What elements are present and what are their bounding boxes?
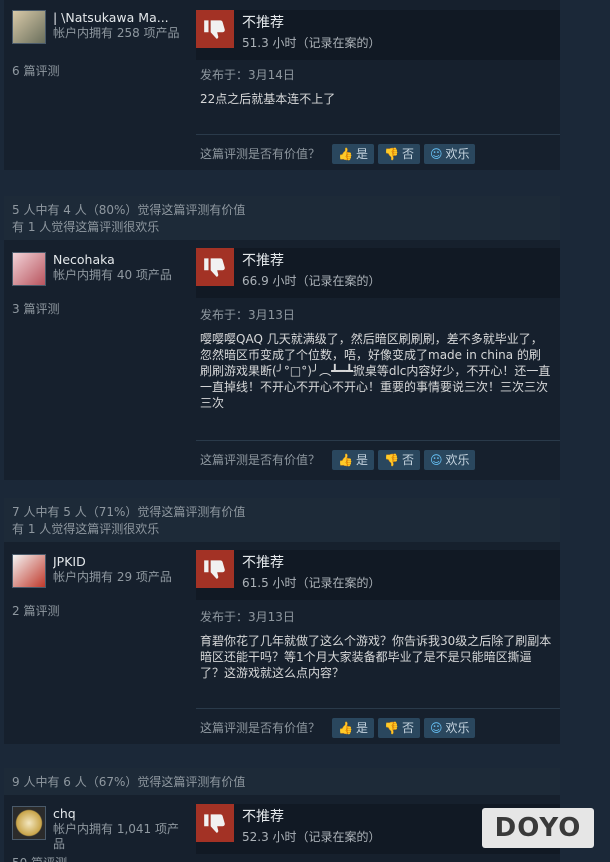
- vote-bar: 这篇评测是否有价值？ 👍 是 👎 否 ☺ 欢乐: [196, 134, 560, 164]
- review-summary: 9 人中有 6 人（67%）觉得这篇评测有价值: [4, 768, 560, 795]
- hours-played: 61.5 小时（记录在案的）: [242, 576, 381, 590]
- avatar-icon[interactable]: [12, 252, 46, 286]
- vote-funny-button[interactable]: ☺ 欢乐: [423, 143, 476, 164]
- review-text: 育碧你花了几年就做了这么个游戏？你告诉我30级之后除了刷副本暗区还能干吗？等1个…: [200, 634, 552, 680]
- verdict-title: 不推荐: [242, 555, 284, 571]
- review-card: 9 人中有 6 人（67%）觉得这篇评测有价值 chq 帐户内拥有 1,041 …: [4, 768, 560, 862]
- helpful-question: 这篇评测是否有价值？: [200, 147, 321, 161]
- products-owned[interactable]: 帐户内拥有 29 项产品: [53, 570, 188, 585]
- posted-date: 发布于：3月13日: [200, 610, 295, 624]
- products-owned[interactable]: 帐户内拥有 1,041 项产品: [53, 822, 188, 852]
- thumbs-down-small-icon: 👎: [383, 720, 399, 735]
- products-owned[interactable]: 帐户内拥有 258 项产品: [53, 26, 188, 41]
- vote-yes-button[interactable]: 👍 是: [332, 143, 374, 164]
- verdict-title: 不推荐: [242, 809, 284, 825]
- avatar-icon[interactable]: [12, 554, 46, 588]
- vote-no-label: 否: [401, 453, 414, 467]
- thumbs-down-small-icon: 👎: [383, 146, 399, 161]
- thumbs-down-icon: [196, 550, 234, 588]
- review-body: 不推荐 66.9 小时（记录在案的） 发布于：3月13日 嘤嘤嘤QAQ 几天就满…: [196, 248, 560, 411]
- vote-funny-label: 欢乐: [445, 453, 470, 467]
- smiley-icon: ☺: [429, 720, 443, 735]
- funny-summary: 有 1 人觉得这篇评测很欢乐: [12, 220, 160, 234]
- helpful-summary: 5 人中有 4 人（80%）觉得这篇评测有价值: [12, 203, 246, 217]
- smiley-icon: ☺: [429, 452, 443, 467]
- thumbs-up-icon: 👍: [338, 146, 353, 161]
- vote-funny-button[interactable]: ☺ 欢乐: [423, 449, 476, 470]
- thumbs-down-icon: [196, 248, 234, 286]
- review-count[interactable]: 2 篇评测: [12, 602, 59, 619]
- posted-date: 发布于：3月13日: [200, 308, 295, 322]
- review-count[interactable]: 50 篇评测: [12, 854, 67, 862]
- review-card: 7 人中有 5 人（71%）觉得这篇评测有价值 有 1 人觉得这篇评测很欢乐 J…: [4, 498, 560, 744]
- review-summary: 7 人中有 5 人（71%）觉得这篇评测有价值 有 1 人觉得这篇评测很欢乐: [4, 498, 560, 542]
- review-text: 嘤嘤嘤QAQ 几天就满级了，然后暗区刷刷刷，差不多就毕业了，忽然暗区币变成了个位…: [200, 332, 551, 410]
- author-name[interactable]: chq: [53, 806, 193, 821]
- review-body: 不推荐 61.5 小时（记录在案的） 发布于：3月13日 育碧你花了几年就做了这…: [196, 550, 560, 681]
- thumbs-down-small-icon: 👎: [383, 452, 399, 467]
- funny-summary: 有 1 人觉得这篇评测很欢乐: [12, 522, 160, 536]
- posted-date: 发布于：3月14日: [200, 68, 295, 82]
- vote-funny-label: 欢乐: [445, 721, 470, 735]
- helpful-question: 这篇评测是否有价值？: [200, 453, 321, 467]
- review-card: 5 人中有 4 人（80%）觉得这篇评测有价值 有 1 人觉得这篇评测很欢乐 N…: [4, 196, 560, 480]
- helpful-summary: 7 人中有 5 人（71%）觉得这篇评测有价值: [12, 505, 246, 519]
- vote-yes-label: 是: [355, 453, 368, 467]
- thumbs-up-icon: 👍: [338, 452, 353, 467]
- vote-yes-button[interactable]: 👍 是: [332, 449, 374, 470]
- vote-yes-button[interactable]: 👍 是: [332, 717, 374, 738]
- thumbs-up-icon: 👍: [338, 720, 353, 735]
- helpful-summary: 9 人中有 6 人（67%）觉得这篇评测有价值: [12, 775, 246, 789]
- vote-bar: 这篇评测是否有价值？ 👍 是 👎 否 ☺ 欢乐: [196, 708, 560, 738]
- verdict-panel[interactable]: 不推荐 66.9 小时（记录在案的）: [196, 248, 560, 298]
- thumbs-down-icon: [196, 10, 234, 48]
- review-count[interactable]: 6 篇评测: [12, 62, 59, 79]
- avatar-icon[interactable]: [12, 10, 46, 44]
- review-card: | \Natsukawa Ma... 帐户内拥有 258 项产品 6 篇评测 不…: [4, 0, 560, 170]
- verdict-title: 不推荐: [242, 253, 284, 269]
- vote-funny-label: 欢乐: [445, 147, 470, 161]
- smiley-icon: ☺: [429, 146, 443, 161]
- vote-no-button[interactable]: 👎 否: [377, 143, 420, 164]
- vote-no-label: 否: [401, 147, 414, 161]
- vote-yes-label: 是: [355, 721, 368, 735]
- author-name[interactable]: | \Natsukawa Ma...: [53, 10, 193, 25]
- hours-played: 51.3 小时（记录在案的）: [242, 36, 381, 50]
- watermark-logo: DOYO: [482, 808, 594, 848]
- thumbs-down-icon: [196, 804, 234, 842]
- vote-yes-label: 是: [355, 147, 368, 161]
- vote-funny-button[interactable]: ☺ 欢乐: [423, 717, 476, 738]
- review-body: 不推荐 51.3 小时（记录在案的） 发布于：3月14日 22点之后就基本连不上…: [196, 10, 560, 107]
- helpful-question: 这篇评测是否有价值？: [200, 721, 321, 735]
- review-summary: 5 人中有 4 人（80%）觉得这篇评测有价值 有 1 人觉得这篇评测很欢乐: [4, 196, 560, 240]
- vote-no-button[interactable]: 👎 否: [377, 449, 420, 470]
- vote-no-label: 否: [401, 721, 414, 735]
- vote-bar: 这篇评测是否有价值？ 👍 是 👎 否 ☺ 欢乐: [196, 440, 560, 470]
- vote-no-button[interactable]: 👎 否: [377, 717, 420, 738]
- author-name[interactable]: JPKID: [53, 554, 193, 569]
- verdict-panel[interactable]: 不推荐 51.3 小时（记录在案的）: [196, 10, 560, 60]
- hours-played: 66.9 小时（记录在案的）: [242, 274, 381, 288]
- review-count[interactable]: 3 篇评测: [12, 300, 59, 317]
- verdict-title: 不推荐: [242, 15, 284, 31]
- products-owned[interactable]: 帐户内拥有 40 项产品: [53, 268, 188, 283]
- verdict-panel[interactable]: 不推荐 61.5 小时（记录在案的）: [196, 550, 560, 600]
- avatar-icon[interactable]: [12, 806, 46, 840]
- hours-played: 52.3 小时（记录在案的）: [242, 830, 381, 844]
- review-text: 22点之后就基本连不上了: [200, 92, 336, 106]
- author-name[interactable]: Necohaka: [53, 252, 193, 267]
